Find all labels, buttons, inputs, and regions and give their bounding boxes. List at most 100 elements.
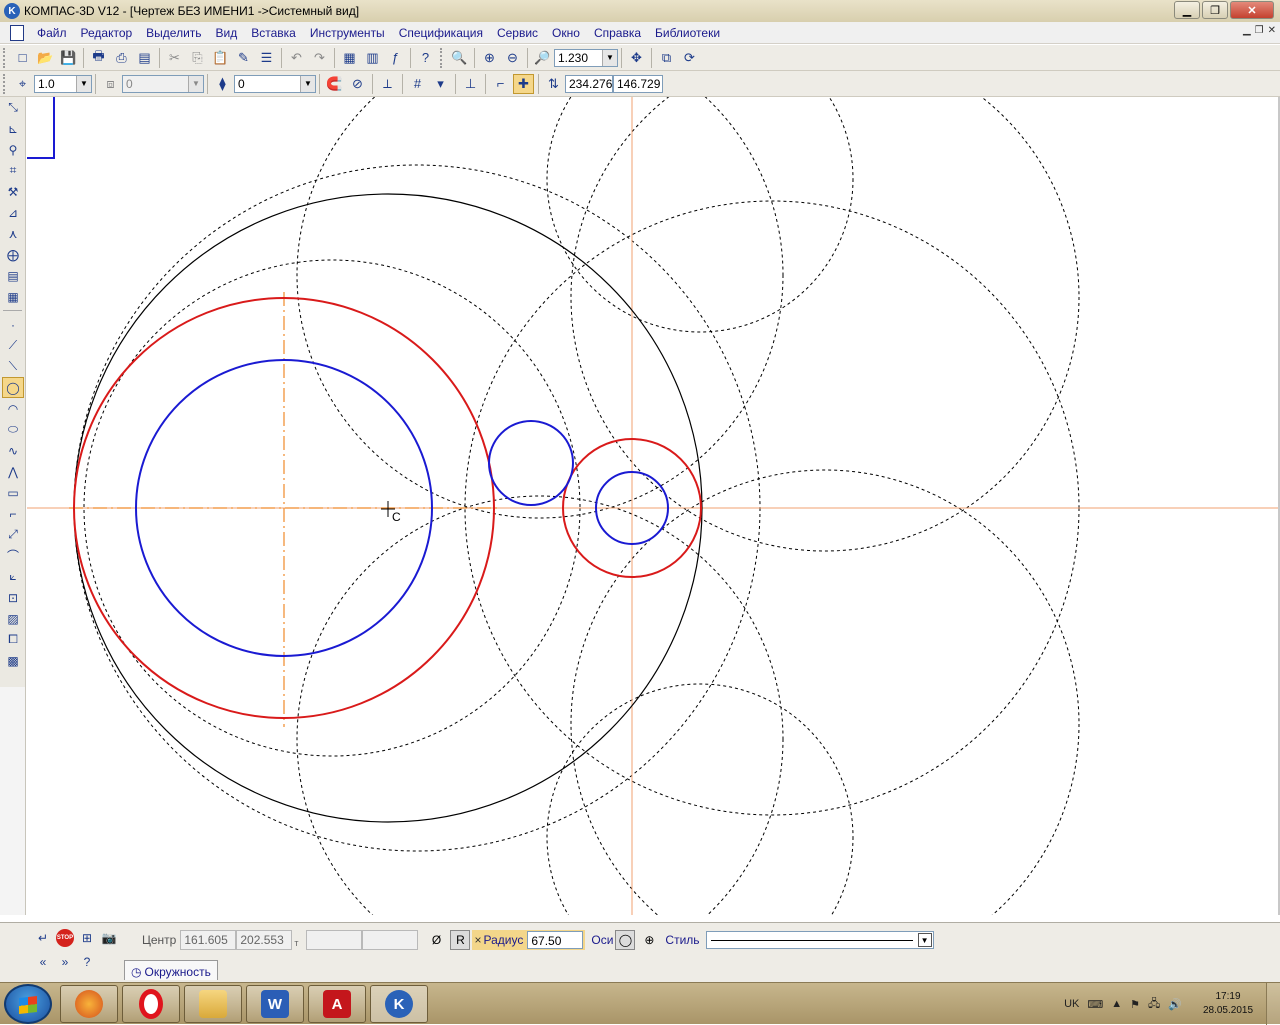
minimize-button[interactable]: ▁ xyxy=(1174,1,1200,19)
geometry-icon[interactable]: ⤡ xyxy=(2,97,24,118)
save-icon[interactable]: 💾 xyxy=(58,48,79,68)
menu-tools[interactable]: Инструменты xyxy=(303,26,392,40)
local-snap-icon[interactable]: ⊘ xyxy=(347,74,368,94)
fillet-icon[interactable]: ⌒ xyxy=(2,545,24,566)
tray-expand-icon[interactable]: ▲ xyxy=(1111,998,1122,1010)
enter-icon[interactable]: ↵ xyxy=(34,929,52,947)
grid-dropdown-icon[interactable]: ▾ xyxy=(430,74,451,94)
menu-edit[interactable]: Редактор xyxy=(74,26,140,40)
chevron-down-icon[interactable]: ▼ xyxy=(76,75,91,92)
radius-toggle[interactable]: R xyxy=(450,930,471,950)
point-field-2[interactable] xyxy=(362,930,419,950)
mdi-restore-icon[interactable]: ❐ xyxy=(1255,25,1264,36)
snap-active-icon[interactable]: ✚ xyxy=(513,73,534,94)
style-combo[interactable]: 0 ▼ xyxy=(234,74,316,93)
preview-icon[interactable]: ▤ xyxy=(134,48,155,68)
no-axes-toggle[interactable]: ◯ xyxy=(615,930,636,950)
tab-circle[interactable]: ◷ Окружность xyxy=(124,960,218,980)
ortho-icon[interactable]: ⟂ xyxy=(377,74,398,94)
segment-icon[interactable]: ⟍ xyxy=(2,356,24,377)
measure-icon[interactable]: ⊿ xyxy=(2,202,24,223)
document-icon[interactable] xyxy=(10,24,24,41)
spec-icon[interactable]: ▤ xyxy=(2,265,24,286)
rectangle-icon[interactable]: ▭ xyxy=(2,482,24,503)
network-icon[interactable]: 🖧 xyxy=(1148,995,1160,1014)
point-field-1[interactable] xyxy=(306,930,363,950)
stop-icon[interactable]: STOP xyxy=(56,929,74,947)
layer-icon[interactable]: ⧈ xyxy=(100,74,121,94)
copy-icon[interactable]: ⎘ xyxy=(187,48,208,68)
function-icon[interactable]: ƒ xyxy=(385,48,406,68)
collect-contour-icon[interactable]: ⧠ xyxy=(2,629,24,650)
action-center-flag-icon[interactable]: ⚑ xyxy=(1130,998,1140,1011)
zoom-scale-icon[interactable]: 🔎 xyxy=(532,48,553,68)
zoom-window-icon[interactable]: 🔍 xyxy=(449,48,470,68)
clock[interactable]: 17:19 28.05.2015 xyxy=(1190,990,1266,1018)
hatch-icon[interactable]: ▨ xyxy=(2,608,24,629)
dimensions-icon[interactable]: ⊾ xyxy=(2,118,24,139)
taskbar-opera[interactable] xyxy=(122,985,180,1023)
taskbar-kompas[interactable]: K xyxy=(370,985,428,1023)
show-all-icon[interactable]: ⧉ xyxy=(656,48,677,68)
help-pointer-icon[interactable]: ? xyxy=(415,48,436,68)
chevron-down-icon[interactable]: ▼ xyxy=(300,75,315,92)
properties-icon[interactable]: ☰ xyxy=(256,48,277,68)
menu-specification[interactable]: Спецификация xyxy=(392,26,490,40)
select-icon[interactable]: ⋏ xyxy=(2,223,24,244)
taskbar-firefox[interactable] xyxy=(60,985,118,1023)
y-coordinate-field[interactable]: 146.729 xyxy=(613,74,663,93)
chevron-down-icon[interactable]: ▼ xyxy=(602,49,617,66)
fill-icon[interactable]: ▩ xyxy=(2,650,24,671)
snapshot-icon[interactable]: 📷 xyxy=(100,929,118,947)
help-icon[interactable]: ? xyxy=(78,953,96,971)
previous-object-icon[interactable]: « xyxy=(34,953,52,971)
toolbar-grip[interactable] xyxy=(440,47,444,68)
x-coordinate-field[interactable]: 234.276 xyxy=(565,74,613,93)
associative-views-icon[interactable]: ⨁ xyxy=(2,244,24,265)
menu-insert[interactable]: Вставка xyxy=(244,26,303,40)
menu-libraries[interactable]: Библиотеки xyxy=(648,26,727,40)
menu-file[interactable]: Файл xyxy=(30,26,74,40)
symbols-icon[interactable]: ⚲ xyxy=(2,139,24,160)
show-desktop-button[interactable] xyxy=(1266,983,1280,1025)
taskbar-explorer[interactable] xyxy=(184,985,242,1023)
drawing-svg[interactable]: C xyxy=(27,97,1280,915)
snap-magnet-icon[interactable]: 🧲 xyxy=(324,74,345,94)
cross-icon[interactable]: × xyxy=(474,933,481,947)
equidistant-icon[interactable]: ⤢ xyxy=(2,524,24,545)
variables-icon[interactable]: ▥ xyxy=(362,48,383,68)
taskbar-word[interactable]: W xyxy=(246,985,304,1023)
mdi-close-icon[interactable]: ✕ xyxy=(1268,25,1276,36)
keyboard-icon[interactable]: ⌨ xyxy=(1087,998,1103,1011)
refresh-icon[interactable]: ⟳ xyxy=(679,48,700,68)
auto-create-icon[interactable]: ⊞ xyxy=(78,929,96,947)
parametrization-icon[interactable]: ⚒ xyxy=(2,181,24,202)
arc-icon[interactable]: ◠ xyxy=(2,398,24,419)
layers-icon[interactable]: ⧫ xyxy=(212,74,233,94)
zoom-combo[interactable]: 1.230 ▼ xyxy=(554,48,618,67)
ellipse-icon[interactable]: ⬭ xyxy=(2,419,24,440)
layer-combo[interactable]: 0 ▼ xyxy=(122,74,204,93)
auxiliary-line-icon[interactable]: ⟋ xyxy=(2,335,24,356)
zoom-out-icon[interactable]: ⊖ xyxy=(502,48,523,68)
menu-select[interactable]: Выделить xyxy=(139,26,208,40)
diameter-toggle[interactable]: Ø xyxy=(426,930,446,950)
drawing-canvas[interactable]: C xyxy=(27,97,1280,915)
axis-icon[interactable]: ⊡ xyxy=(2,587,24,608)
ortho-mode-icon[interactable]: ⌐ xyxy=(490,74,511,94)
paste-icon[interactable]: 📋 xyxy=(210,48,231,68)
center-y-field[interactable]: 202.553 xyxy=(236,930,293,950)
menu-help[interactable]: Справка xyxy=(587,26,648,40)
open-folder-icon[interactable]: 📂 xyxy=(35,48,56,68)
bezier-icon[interactable]: ∿ xyxy=(2,440,24,461)
center-x-field[interactable]: 161.605 xyxy=(180,930,237,950)
grid-icon[interactable]: # xyxy=(407,74,428,94)
restore-button[interactable]: ❐ xyxy=(1202,1,1228,19)
radius-field[interactable]: 67.50 xyxy=(527,931,584,949)
chevron-down-icon[interactable]: ▼ xyxy=(917,933,932,947)
polyline-icon[interactable]: ⋀ xyxy=(2,461,24,482)
volume-icon[interactable]: 🔊 xyxy=(1168,998,1182,1011)
toolbar-grip[interactable] xyxy=(3,73,7,94)
chevron-down-icon[interactable]: ▼ xyxy=(188,75,203,92)
language-indicator[interactable]: UK xyxy=(1064,998,1079,1010)
